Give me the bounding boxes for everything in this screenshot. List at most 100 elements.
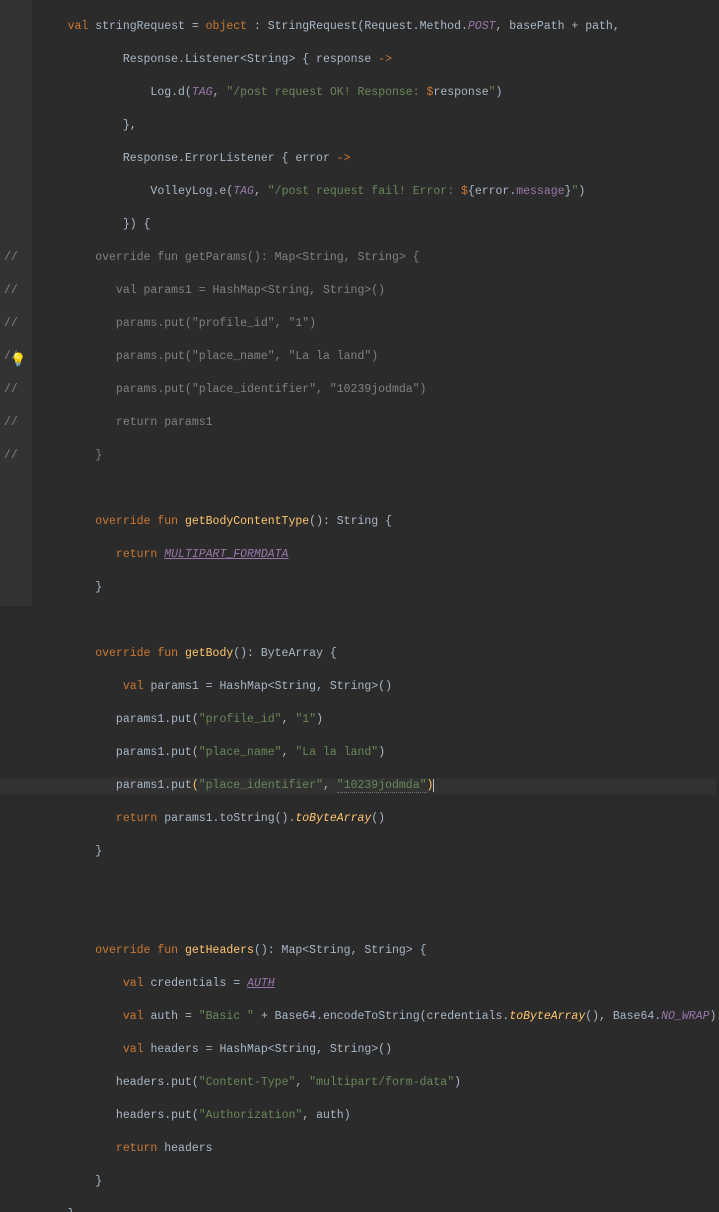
code-line[interactable]: Log.d(TAG, "/post request OK! Response: … [0,85,716,102]
str: "/post request OK! Response: [226,86,426,99]
kw: $ [461,185,468,198]
code-line[interactable]: return MULTIPART_FORMDATA [0,547,716,564]
t: ) [578,185,585,198]
t: , [282,713,296,726]
t: VolleyLog.e( [150,185,233,198]
comment: override fun getParams(): Map<String, St… [40,251,420,264]
code-line[interactable]: override fun getBody(): ByteArray { [0,646,716,663]
t: Response.Listener<String> { response [123,53,378,66]
comment: return params1 [40,416,213,429]
code-line[interactable]: headers.put("Content-Type", "multipart/f… [0,1075,716,1092]
comment-marker: // [4,382,18,399]
code-line[interactable]: // override fun getParams(): Map<String,… [0,250,716,267]
code-line[interactable]: return params1.toString().toByteArray() [0,811,716,828]
code-line[interactable]: // return params1 [0,415,716,432]
str: "profile_id" [199,713,282,726]
kw: return [116,812,164,825]
t: params1.toString(). [164,812,295,825]
str: " [489,86,496,99]
t: } [95,1175,102,1188]
t: auth = [150,1010,198,1023]
str: "10239jodmda" [337,779,427,793]
code-line[interactable]: val auth = "Basic " + Base64.encodeToStr… [0,1009,716,1026]
code-line-current[interactable]: params1.put("place_identifier", "10239jo… [0,778,716,795]
code-line[interactable]: VolleyLog.e(TAG, "/post request fail! Er… [0,184,716,201]
const: TAG [233,185,254,198]
t: headers [164,1142,212,1155]
t: ) [709,1010,716,1023]
code-line[interactable]: override fun getBodyContentType(): Strin… [0,514,716,531]
comment: val params1 = HashMap<String, String>() [40,284,385,297]
str: "La la land" [295,746,378,759]
str: "/post request fail! Error: [268,185,461,198]
code-line[interactable] [0,613,716,630]
code-line[interactable] [0,910,716,927]
t: , auth) [302,1109,350,1122]
t: Response.ErrorListener { error [123,152,337,165]
t: } [95,845,102,858]
str: "Content-Type" [199,1076,296,1089]
str: "1" [295,713,316,726]
t: + Base64.encodeToString(credentials. [254,1010,509,1023]
kw: -> [378,53,392,66]
kw: val [123,1043,151,1056]
kw: override fun [95,647,185,660]
str: "Authorization" [199,1109,303,1122]
code-line[interactable]: return headers [0,1141,716,1158]
kw: val [123,680,151,693]
t: ) [454,1076,461,1089]
code-line[interactable]: // val params1 = HashMap<String, String>… [0,283,716,300]
kw: object [206,20,254,33]
comment-marker: // [4,349,18,366]
var: response [433,86,488,99]
t: ( [192,779,199,792]
kw: val [123,1010,151,1023]
const: MULTIPART_FORMDATA [164,548,288,561]
code-line[interactable]: // params.put("profile_id", "1") [0,316,716,333]
code-line[interactable]: val stringRequest = object : StringReque… [0,19,716,36]
code-line[interactable]: headers.put("Authorization", auth) [0,1108,716,1125]
code-line[interactable]: } [0,844,716,861]
comment-marker: // [4,415,18,432]
const: POST [468,20,496,33]
code-line[interactable]: }, [0,118,716,135]
code-line[interactable] [0,877,716,894]
code-line[interactable]: val headers = HashMap<String, String>() [0,1042,716,1059]
code-line[interactable] [0,481,716,498]
kw: override fun [95,515,185,528]
t: {error. [468,185,516,198]
code-line[interactable]: } [0,1207,716,1212]
kw: val [68,20,96,33]
prop: message [516,185,564,198]
code-line[interactable]: } [0,580,716,597]
code-line[interactable]: val credentials = AUTH [0,976,716,993]
str: "place_name" [199,746,282,759]
comment-marker: // [4,250,18,267]
code-line[interactable]: // params.put("place_name", "La la land"… [0,349,716,366]
code-area[interactable]: val stringRequest = object : StringReque… [0,0,716,1212]
code-line[interactable]: params1.put("place_name", "La la land") [0,745,716,762]
code-line[interactable]: val params1 = HashMap<String, String>() [0,679,716,696]
str: "Basic " [199,1010,254,1023]
t: } [95,581,102,594]
code-line[interactable]: // params.put("place_identifier", "10239… [0,382,716,399]
t: params1.put( [116,746,199,759]
caret [433,779,434,792]
code-line[interactable]: } [0,1174,716,1191]
const: AUTH [247,977,275,990]
code-line[interactable]: override fun getHeaders(): Map<String, S… [0,943,716,960]
code-line[interactable]: }) { [0,217,716,234]
code-line[interactable]: Response.Listener<String> { response -> [0,52,716,69]
t: params1 = HashMap<String, String>() [150,680,392,693]
code-line[interactable]: // } [0,448,716,465]
t: : StringRequest(Request.Method. [254,20,468,33]
t: , [213,86,227,99]
code-line[interactable]: Response.ErrorListener { error -> [0,151,716,168]
t: (), Base64. [585,1010,661,1023]
t: , [282,746,296,759]
t: credentials = [150,977,247,990]
fn: toByteArray [295,812,371,825]
code-line[interactable]: params1.put("profile_id", "1") [0,712,716,729]
t: headers.put( [116,1109,199,1122]
comment: params.put("profile_id", "1") [40,317,316,330]
